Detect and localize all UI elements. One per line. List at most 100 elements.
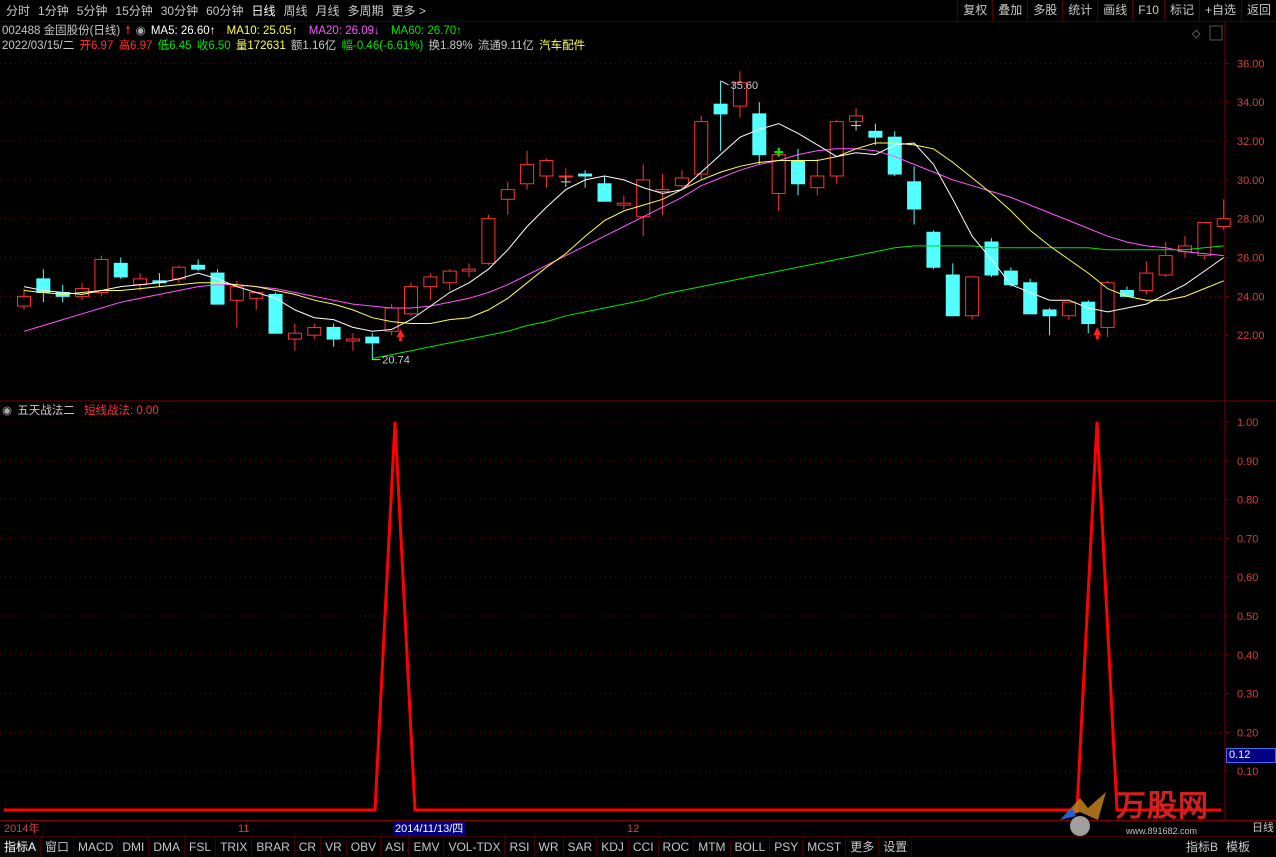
buy-signal-arrow-stem bbox=[399, 337, 403, 342]
candle bbox=[500, 181, 515, 215]
candle-body bbox=[1061, 301, 1076, 317]
period-tab-2[interactable]: 5分钟 bbox=[73, 0, 112, 22]
candle bbox=[829, 119, 844, 184]
tool-button-4[interactable]: 画线 bbox=[1097, 0, 1132, 22]
bottom-right-tab-0[interactable]: 指标B bbox=[1182, 837, 1222, 857]
buy-signal-arrow-icon bbox=[1093, 327, 1102, 336]
indicator-tab-13[interactable]: VOL-TDX bbox=[444, 837, 506, 857]
period-tab-3[interactable]: 15分钟 bbox=[111, 0, 156, 22]
candle-body bbox=[404, 286, 418, 315]
indicator-tab-10[interactable]: OBV bbox=[347, 837, 382, 857]
indicator-tab-23[interactable]: MCST bbox=[803, 837, 847, 857]
tool-buttons: 复权 叠加 多股 统计 画线 F10 标记 +自选 返回 bbox=[957, 0, 1276, 22]
max-price-label: 35.60 bbox=[731, 80, 759, 92]
tool-button-7[interactable]: +自选 bbox=[1198, 0, 1241, 22]
indicator-tab-22[interactable]: PSY bbox=[770, 837, 804, 857]
watermark-sub: www.891682.com bbox=[1126, 826, 1198, 836]
indicator-tick-label: 0.80 bbox=[1237, 495, 1258, 507]
period-tab-0[interactable]: 分时 bbox=[2, 0, 34, 22]
candle bbox=[1003, 267, 1018, 287]
candle bbox=[462, 263, 477, 277]
indicator-tab-7[interactable]: BRAR bbox=[252, 837, 295, 857]
period-tab-5[interactable]: 60分钟 bbox=[202, 0, 247, 22]
price-tick-label: 28.00 bbox=[1237, 214, 1265, 226]
axis-label-year: 2014年 bbox=[4, 823, 40, 835]
indicator-tick-label: 0.90 bbox=[1237, 456, 1258, 468]
indicator-tab-16[interactable]: SAR bbox=[564, 837, 598, 857]
indicator-value-tag: 0.12 bbox=[1226, 748, 1276, 763]
candle bbox=[345, 333, 360, 351]
candle-body bbox=[94, 258, 109, 293]
period-tab-6[interactable]: 日线 bbox=[247, 0, 279, 22]
indicator-tick-label: 0.20 bbox=[1237, 727, 1258, 739]
indicator-tab-1[interactable]: 窗口 bbox=[41, 837, 75, 857]
indicator-tab-14[interactable]: RSI bbox=[505, 837, 535, 857]
indicator-tab-0[interactable]: 指标A bbox=[0, 837, 42, 857]
period-tab-10[interactable]: 更多 > bbox=[388, 0, 430, 22]
candle-body bbox=[791, 159, 805, 185]
tool-button-6[interactable]: 标记 bbox=[1163, 0, 1199, 22]
candle bbox=[984, 238, 999, 277]
candle bbox=[752, 102, 767, 165]
candle bbox=[945, 263, 960, 317]
indicator-tab-17[interactable]: KDJ bbox=[597, 837, 629, 857]
indicator-tab-25[interactable]: 设置 bbox=[879, 837, 913, 857]
candle bbox=[307, 323, 322, 340]
indicator-tab-21[interactable]: BOLL bbox=[731, 837, 771, 857]
candle bbox=[539, 158, 554, 188]
candle bbox=[1042, 308, 1057, 336]
cross-marker bbox=[560, 176, 571, 187]
candle-body bbox=[1119, 290, 1134, 297]
tool-button-8[interactable]: 返回 bbox=[1240, 0, 1276, 22]
period-tab-1[interactable]: 1分钟 bbox=[34, 0, 73, 22]
tool-button-3[interactable]: 统计 bbox=[1062, 0, 1097, 22]
candle-body bbox=[345, 338, 360, 342]
candlestick-chart[interactable]: 22.00 24.00 26.00 28.00 30.00 32.00 34.00 36.00… bbox=[0, 22, 1276, 402]
candle bbox=[1216, 199, 1231, 231]
indicator-tick-label: 0.60 bbox=[1237, 572, 1258, 584]
candle-body bbox=[462, 268, 477, 272]
indicator-tab-2[interactable]: MACD bbox=[74, 837, 119, 857]
candle bbox=[191, 259, 206, 272]
indicator-chart[interactable]: 0.10 0.20 0.30 0.40 0.50 0.60 0.70 0.80 0.90 1.00 bbox=[0, 402, 1276, 820]
period-tab-8[interactable]: 月线 bbox=[312, 0, 344, 22]
indicator-tick-label: 1.00 bbox=[1237, 417, 1258, 429]
candle-body bbox=[520, 163, 535, 185]
indicator-tabs: 指标A 窗口 MACD DMI DMA FSL TRIX BRAR CR VR OBV ASI EMV V… bbox=[0, 836, 1276, 857]
indicator-tick-label: 0.50 bbox=[1237, 611, 1258, 623]
tool-button-2[interactable]: 多股 bbox=[1027, 0, 1062, 22]
candle bbox=[1100, 280, 1115, 338]
period-tab-4[interactable]: 30分钟 bbox=[157, 0, 202, 22]
candle-body bbox=[423, 276, 438, 288]
indicator-tab-8[interactable]: CR bbox=[295, 837, 322, 857]
period-tab-9[interactable]: 多周期 bbox=[344, 0, 388, 22]
tool-button-5[interactable]: F10 bbox=[1132, 0, 1164, 22]
period-tab-7[interactable]: 周线 bbox=[279, 0, 311, 22]
top-toolbar: 分时 1分钟 5分钟 15分钟 30分钟 60分钟 日线 周线 月线 多周期 更多 > 复权 叠加 多股… bbox=[0, 0, 1276, 22]
indicator-tab-12[interactable]: EMV bbox=[409, 837, 445, 857]
price-tick-label: 32.00 bbox=[1237, 136, 1265, 148]
indicator-tab-4[interactable]: DMA bbox=[149, 837, 186, 857]
indicator-tab-6[interactable]: TRIX bbox=[216, 837, 253, 857]
candle-body bbox=[1158, 255, 1173, 276]
indicator-tab-3[interactable]: DMI bbox=[118, 837, 150, 857]
indicator-tab-20[interactable]: MTM bbox=[694, 837, 731, 857]
candle bbox=[152, 273, 167, 287]
indicator-tab-9[interactable]: VR bbox=[321, 837, 347, 857]
tool-button-0[interactable]: 复权 bbox=[957, 0, 992, 22]
indicator-tab-24[interactable]: 更多 bbox=[846, 837, 880, 857]
candle-body bbox=[1139, 272, 1154, 292]
indicator-tab-5[interactable]: FSL bbox=[185, 837, 217, 857]
indicator-tab-11[interactable]: ASI bbox=[381, 837, 410, 857]
indicator-tab-18[interactable]: CCI bbox=[629, 837, 659, 857]
candle bbox=[365, 333, 380, 360]
candle bbox=[404, 282, 418, 316]
indicator-tab-19[interactable]: ROC bbox=[659, 837, 695, 857]
candle bbox=[1023, 278, 1038, 315]
bottom-right-tab-1[interactable]: 模板 bbox=[1222, 837, 1254, 857]
diamond-icon: ◇ bbox=[1192, 28, 1201, 40]
tool-button-1[interactable]: 叠加 bbox=[992, 0, 1027, 22]
indicator-tab-15[interactable]: WR bbox=[535, 837, 564, 857]
bottom-right-tabs: 指标B 模板 bbox=[1182, 836, 1254, 857]
indicator-tick-label: 0.70 bbox=[1237, 533, 1258, 545]
